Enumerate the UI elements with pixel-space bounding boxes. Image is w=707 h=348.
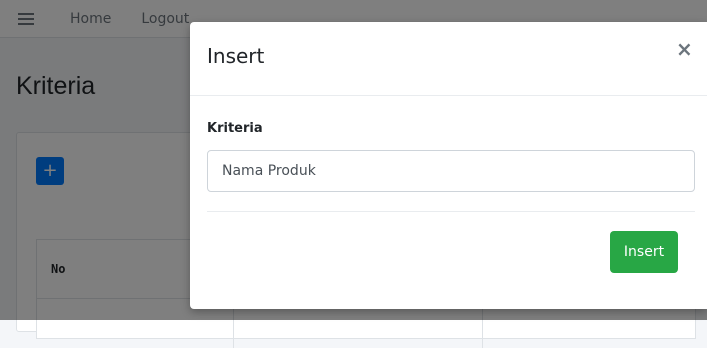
close-icon[interactable]: × <box>676 39 693 59</box>
insert-modal: Insert × Kriteria Insert <box>190 22 707 309</box>
modal-header-divider <box>190 95 707 96</box>
kriteria-label: Kriteria <box>207 121 263 136</box>
modal-footer-divider <box>207 211 695 212</box>
modal-title: Insert <box>207 44 265 68</box>
insert-button[interactable]: Insert <box>610 231 678 273</box>
kriteria-input[interactable] <box>207 150 695 192</box>
